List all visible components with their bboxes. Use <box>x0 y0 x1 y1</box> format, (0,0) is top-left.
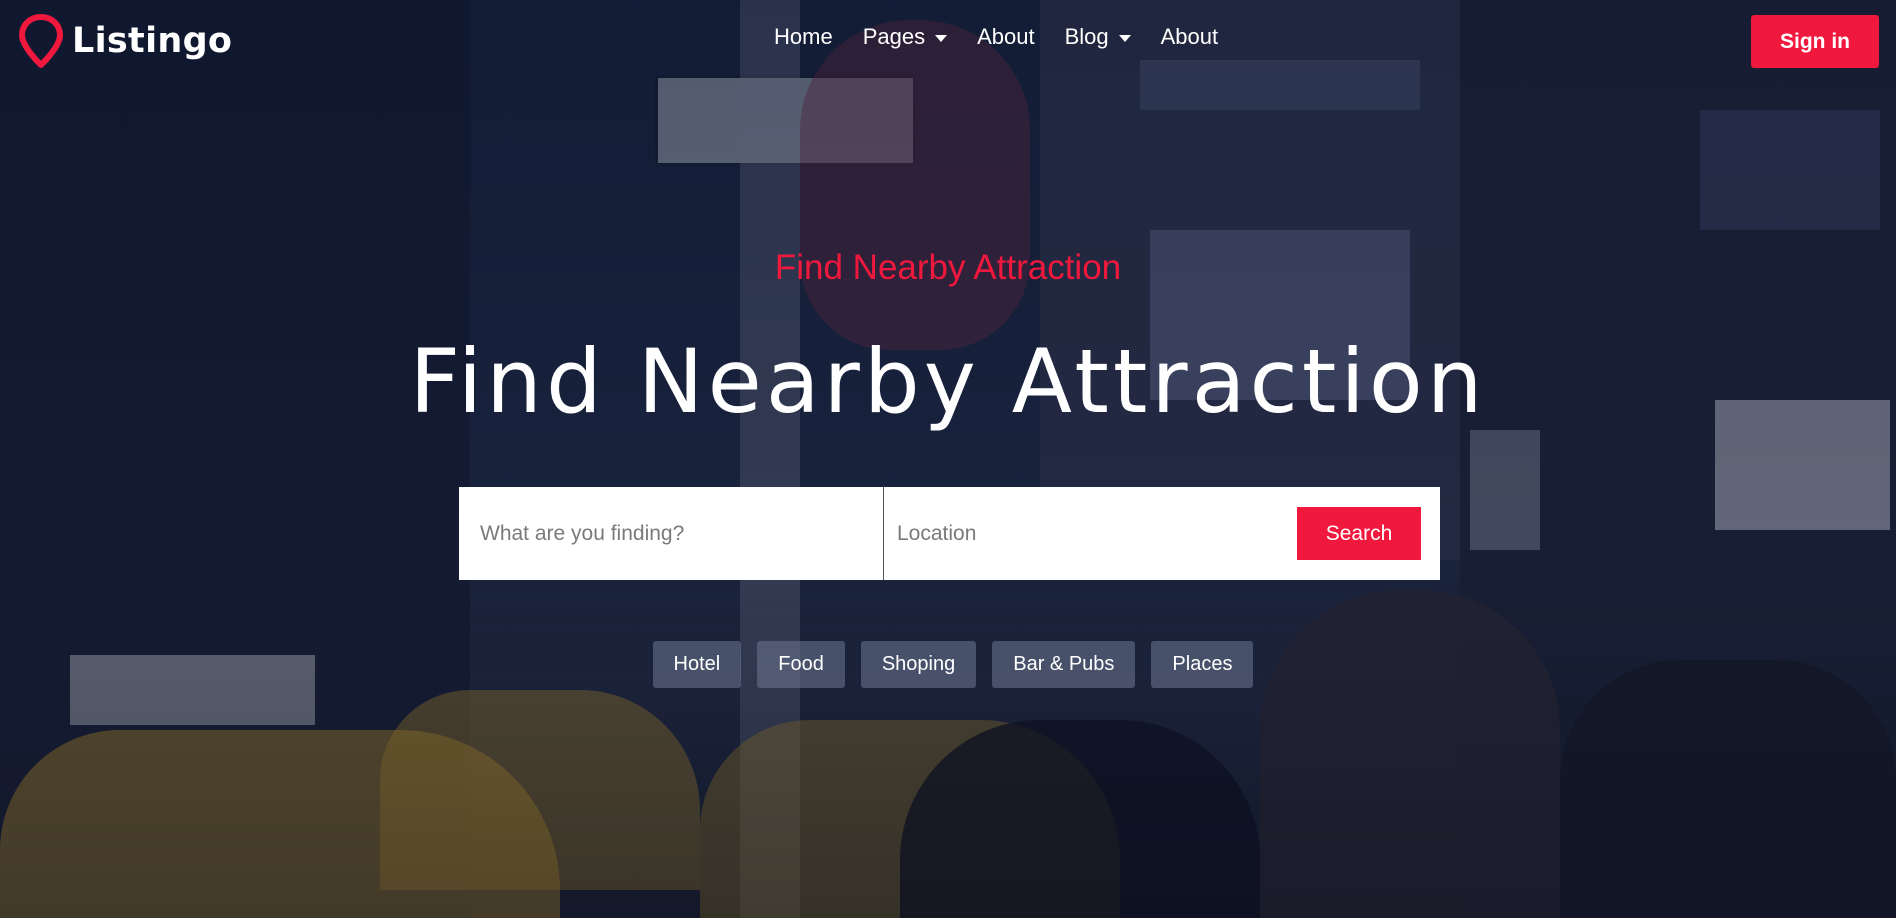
nav-item-label: Blog <box>1064 24 1109 49</box>
category-tag-hotel[interactable]: Hotel <box>652 641 742 688</box>
hero-headline: Find Nearby Attraction <box>409 330 1487 433</box>
nav-item-about-2[interactable]: About <box>1161 24 1219 50</box>
main-nav: Home Pages About Blog About <box>774 24 1248 50</box>
nav-item-blog[interactable]: Blog <box>1065 24 1131 50</box>
nav-item-label: Home <box>774 24 833 49</box>
nav-item-label: About <box>977 24 1035 49</box>
sign-in-button[interactable]: Sign in <box>1751 15 1879 68</box>
nav-item-label: About <box>1160 24 1219 49</box>
hero-eyebrow: Find Nearby Attraction <box>774 248 1122 287</box>
category-tag-bar-pubs[interactable]: Bar & Pubs <box>992 641 1136 688</box>
brand-name: Listingo <box>72 21 233 61</box>
search-button[interactable]: Search <box>1297 507 1421 560</box>
category-tag-food[interactable]: Food <box>757 641 845 688</box>
hero-overlay <box>0 0 1896 918</box>
site-header: Listingo Home Pages About Blog About Sig… <box>0 0 1896 84</box>
category-tag-shoping[interactable]: Shoping <box>860 641 977 688</box>
nav-item-pages[interactable]: Pages <box>862 24 948 50</box>
category-tags: Hotel Food Shoping Bar & Pubs Places <box>0 641 1896 688</box>
nav-item-about[interactable]: About <box>977 24 1035 50</box>
nav-item-label: Pages <box>862 24 926 49</box>
search-form: Search <box>459 487 1440 580</box>
caret-down-icon <box>935 34 948 42</box>
map-pin-icon <box>19 14 63 68</box>
logo[interactable]: Listingo <box>18 14 232 68</box>
keyword-input[interactable] <box>459 487 884 580</box>
nav-item-home[interactable]: Home <box>774 24 833 50</box>
category-tag-places[interactable]: Places <box>1151 641 1254 688</box>
caret-down-icon <box>1118 34 1131 42</box>
location-input[interactable] <box>884 487 1297 580</box>
